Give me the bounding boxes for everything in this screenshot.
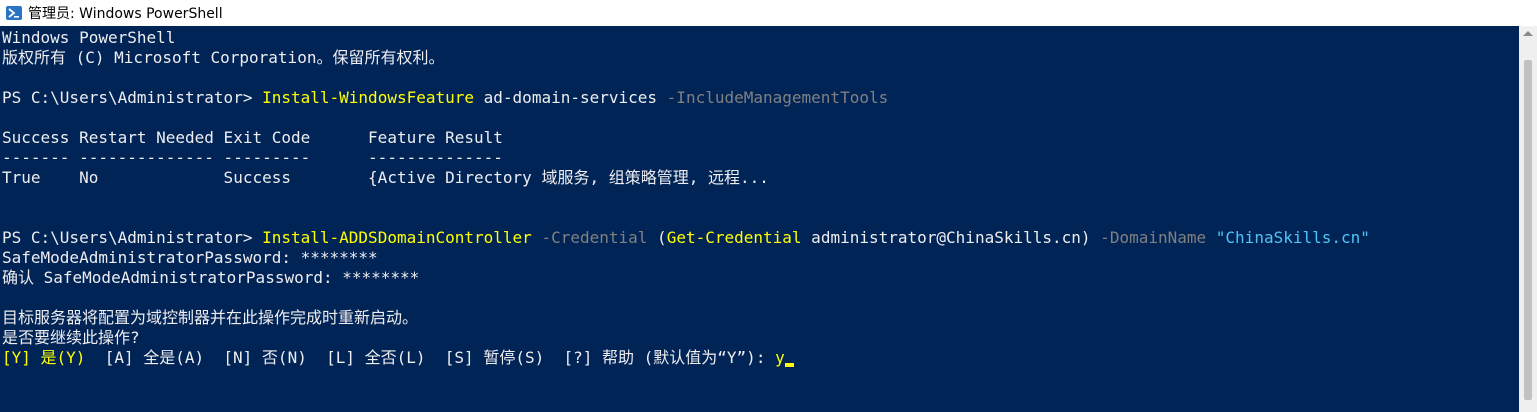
command-parameter: -DomainName (1090, 228, 1216, 247)
prompt: PS C:\Users\Administrator> (2, 228, 263, 247)
password-confirm-prompt: 确认 SafeModeAdministratorPassword: ******… (2, 268, 420, 287)
paren-open: ( (657, 228, 667, 247)
scrollbar-thumb[interactable] (1524, 60, 1532, 400)
user-input[interactable]: y (775, 348, 785, 367)
password-prompt: SafeModeAdministratorPassword: ******** (2, 248, 378, 267)
command-name: Install-ADDSDomainController (262, 228, 532, 247)
message-line-2: 是否要继续此操作? (2, 328, 140, 347)
inner-command-name: Get-Credential (666, 228, 802, 247)
command-parameter: -Credential (531, 228, 658, 247)
title-bar[interactable]: 管理员: Windows PowerShell (0, 0, 1537, 26)
prompt: PS C:\Users\Administrator> (2, 88, 263, 107)
command-line-2: PS C:\Users\Administrator> Install-ADDSD… (2, 228, 1370, 248)
command-name: Install-WindowsFeature (262, 88, 475, 107)
inner-command-argument: administrator@ChinaSkills.cn (801, 228, 1081, 247)
choice-options: [A] 全是(A) [N] 否(N) [L] 全否(L) [S] 暂停(S) [… (85, 348, 776, 367)
banner-line-1: Windows PowerShell (2, 28, 176, 47)
table-separator: ------- -------------- --------- -------… (2, 148, 503, 167)
powershell-window: 管理员: Windows PowerShell Windows PowerShe… (0, 0, 1537, 412)
command-argument: ad-domain-services (474, 88, 667, 107)
paren-close: ) (1080, 228, 1091, 247)
command-line-1: PS C:\Users\Administrator> Install-Windo… (2, 88, 1370, 108)
text-cursor (784, 363, 794, 367)
scroll-up-arrow-icon[interactable] (1523, 31, 1533, 36)
table-row: True No Success {Active Directory 域服务, 组… (2, 168, 769, 187)
choice-line[interactable]: [Y] 是(Y) [A] 全是(A) [N] 否(N) [L] 全否(L) [S… (2, 348, 1370, 368)
message-line-1: 目标服务器将配置为域控制器并在此操作完成时重新启动。 (2, 308, 419, 327)
powershell-icon (6, 6, 22, 20)
choice-default: [Y] 是(Y) (2, 348, 86, 367)
console-output: Windows PowerShell 版权所有 (C) Microsoft Co… (2, 28, 1370, 368)
banner-line-2: 版权所有 (C) Microsoft Corporation。保留所有权利。 (2, 48, 445, 67)
table-header: Success Restart Needed Exit Code Feature… (2, 128, 503, 147)
window-title: 管理员: Windows PowerShell (28, 6, 223, 22)
string-value: "ChinaSkills.cn" (1215, 228, 1370, 247)
command-parameter: -IncludeManagementTools (666, 88, 889, 107)
